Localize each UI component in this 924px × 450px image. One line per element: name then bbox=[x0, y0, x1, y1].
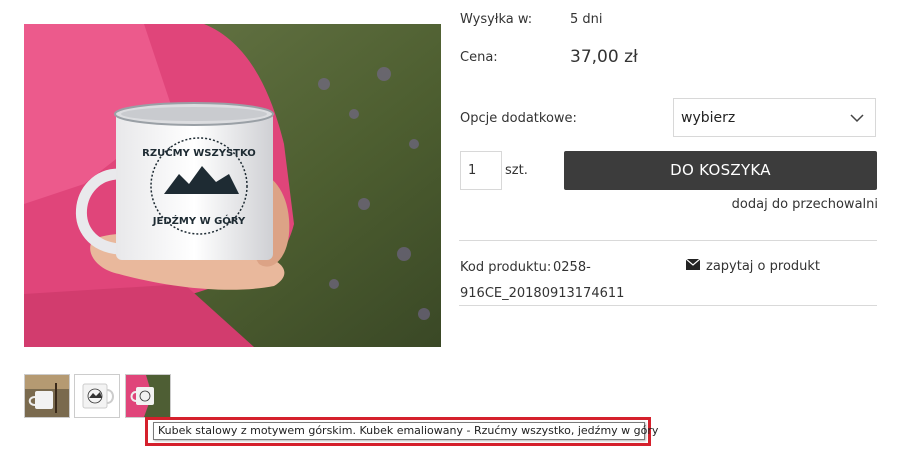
quantity-unit: szt. bbox=[505, 163, 528, 178]
product-main-image[interactable]: RZUĆMY WSZYSTKO JEDŹMY W GÓRY bbox=[24, 24, 441, 347]
envelope-icon bbox=[685, 258, 701, 274]
product-code-value-continued: 916CE_20180913174611 bbox=[460, 286, 625, 301]
image-tooltip: Kubek stalowy z motywem górskim. Kubek e… bbox=[153, 422, 658, 440]
options-select[interactable]: wybierz bbox=[673, 98, 876, 137]
shipping-label: Wysyłka w: bbox=[460, 12, 533, 27]
add-to-cart-button[interactable]: DO KOSZYKA bbox=[564, 151, 877, 190]
chevron-down-icon bbox=[849, 110, 865, 130]
options-label: Opcje dodatkowe: bbox=[460, 111, 577, 126]
price-value: 37,00 zł bbox=[570, 47, 638, 67]
product-thumbnail-1[interactable] bbox=[24, 374, 70, 418]
price-label: Cena: bbox=[460, 50, 498, 65]
mug-text-top: RZUĆMY WSZYSTKO bbox=[142, 146, 256, 159]
mug-text-bottom: JEDŹMY W GÓRY bbox=[152, 214, 246, 227]
ask-about-product-link[interactable]: zapytaj o produkt bbox=[685, 258, 821, 274]
product-code-value: 0258- bbox=[553, 260, 591, 275]
product-code-label: Kod produktu: bbox=[460, 260, 552, 275]
product-thumbnail-3[interactable] bbox=[125, 374, 171, 418]
options-selected-value: wybierz bbox=[681, 110, 736, 126]
shipping-value: 5 dni bbox=[570, 12, 603, 27]
divider bbox=[459, 240, 877, 241]
product-thumbnail-2[interactable] bbox=[74, 374, 120, 418]
divider bbox=[459, 305, 877, 306]
add-to-wishlist-link[interactable]: dodaj do przechowalni bbox=[732, 197, 878, 212]
ask-about-product-label: zapytaj o produkt bbox=[706, 259, 821, 274]
quantity-input[interactable]: 1 bbox=[460, 151, 502, 190]
